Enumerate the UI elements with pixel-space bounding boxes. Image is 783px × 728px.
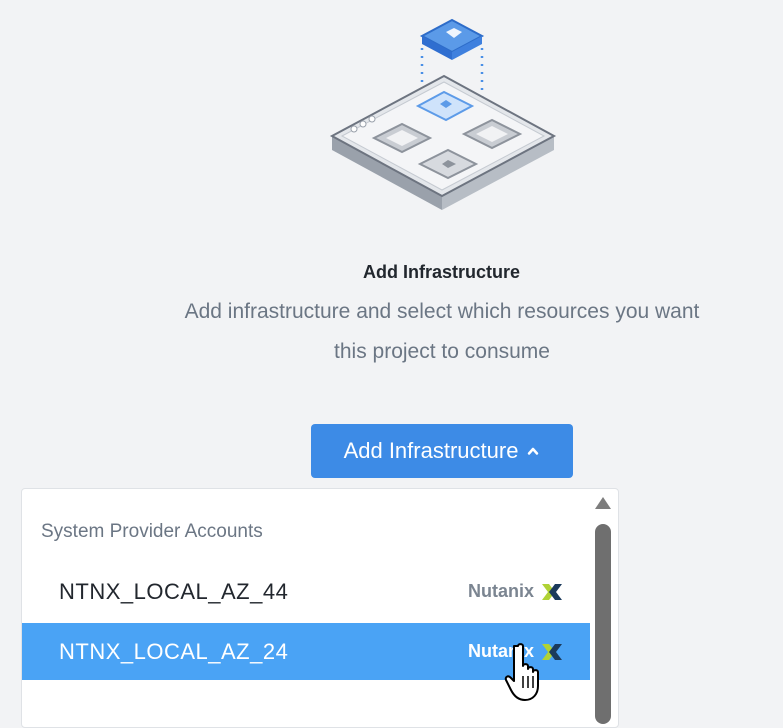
chevron-up-icon bbox=[528, 447, 539, 455]
empty-state-title: Add Infrastructure bbox=[362, 262, 521, 282]
provider-name: Nutanix bbox=[467, 581, 534, 601]
nutanix-x-logo-icon bbox=[542, 643, 562, 660]
dropdown-scrollbar[interactable] bbox=[589, 492, 617, 724]
group-label-system-provider-accounts: System Provider Accounts bbox=[41, 521, 263, 542]
scroll-thumb[interactable] bbox=[595, 524, 611, 724]
scroll-up-arrow-icon[interactable] bbox=[595, 497, 611, 509]
add-infrastructure-button[interactable]: Add Infrastructure bbox=[311, 424, 573, 478]
provider-name: Nutanix bbox=[467, 641, 534, 661]
infrastructure-illustration bbox=[329, 18, 557, 210]
empty-state-description: Add infrastructure and select which reso… bbox=[184, 300, 700, 363]
infrastructure-dropdown: System Provider Accounts NTNX_LOCAL_AZ_4… bbox=[21, 488, 619, 728]
account-option-ntnx-local-az-24[interactable]: NTNX_LOCAL_AZ_24 Nutanix bbox=[22, 623, 590, 680]
provider-label: Nutanix bbox=[468, 581, 564, 602]
account-name: NTNX_LOCAL_AZ_24 bbox=[59, 638, 289, 664]
nutanix-x-logo-icon bbox=[542, 583, 562, 600]
account-name: NTNX_LOCAL_AZ_44 bbox=[59, 578, 289, 604]
account-option-ntnx-local-az-44[interactable]: NTNX_LOCAL_AZ_44 Nutanix bbox=[22, 563, 590, 620]
add-infrastructure-label: Add Infrastructure bbox=[343, 438, 519, 463]
provider-label: Nutanix bbox=[468, 641, 564, 662]
